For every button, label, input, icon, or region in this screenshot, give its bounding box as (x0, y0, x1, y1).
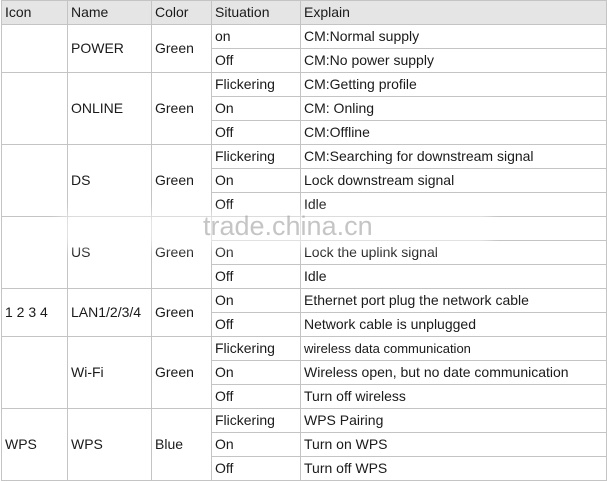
situation-cell: Flickering (211, 408, 301, 433)
situation-cell: Flickering (211, 72, 301, 97)
led-color-cell: Green (151, 336, 212, 409)
led-color-cell: Blue (151, 408, 212, 481)
header-icon: Icon (1, 0, 68, 25)
icon-cell (1, 336, 68, 409)
explain-cell (300, 216, 607, 241)
header-explain: Explain (300, 0, 607, 25)
situation-cell: On (211, 432, 301, 457)
explain-cell: CM:Normal supply (300, 24, 607, 49)
led-color-cell: Green (151, 216, 212, 289)
explain-cell: Lock the uplink signal (300, 240, 607, 265)
icon-cell: 1 2 3 4 (1, 288, 68, 337)
icon-cell (1, 144, 68, 217)
led-color-cell: Green (151, 72, 212, 145)
situation-cell: Off (211, 456, 301, 481)
led-color-cell: Green (151, 24, 212, 73)
table-row: US Green (1, 216, 607, 289)
table-row: DS Green Flickering CM:Searching for dow… (1, 144, 607, 217)
explain-cell: CM:Getting profile (300, 72, 607, 97)
situation-cell: On (211, 96, 301, 121)
table-row: 1 2 3 4 LAN1/2/3/4 Green On Ethernet por… (1, 288, 607, 337)
explain-cell: CM: Onling (300, 96, 607, 121)
situation-cell: On (211, 168, 301, 193)
situation-cell: Flickering (211, 144, 301, 169)
situation-cell: Off (211, 192, 301, 217)
led-name-cell: LAN1/2/3/4 (67, 288, 152, 337)
header-color: Color (151, 0, 212, 25)
explain-cell: Lock downstream signal (300, 168, 607, 193)
header-situation: Situation (211, 0, 301, 25)
explain-cell: Idle (300, 264, 607, 289)
situation-cell (211, 216, 301, 241)
table-row: POWER Green on CM:Normal supply (1, 24, 607, 73)
led-status-table: Icon Name Color Situation Explain POWER … (1, 0, 607, 481)
explain-cell: CM:No power supply (300, 48, 607, 73)
situation-cell: On (211, 240, 301, 265)
led-color-cell: Green (151, 288, 212, 337)
explain-cell: wireless data communication (300, 336, 607, 361)
explain-cell: Turn off wireless (300, 384, 607, 409)
icon-cell (1, 216, 68, 289)
explain-cell: Ethernet port plug the network cable (300, 288, 607, 313)
explain-cell: Network cable is unplugged (300, 312, 607, 337)
table-row: Wi-Fi Green Flickering wireless data com… (1, 336, 607, 409)
explain-cell: Turn off WPS (300, 456, 607, 481)
explain-cell: Idle (300, 192, 607, 217)
situation-cell: Flickering (211, 336, 301, 361)
led-color-cell: Green (151, 144, 212, 217)
situation-cell: On (211, 288, 301, 313)
header-name: Name (67, 0, 152, 25)
explain-cell: WPS Pairing (300, 408, 607, 433)
table-row: WPS WPS Blue Flickering WPS Pairing (1, 408, 607, 481)
icon-cell (1, 72, 68, 145)
icon-cell (1, 24, 68, 73)
explain-cell: Wireless open, but no date communication (300, 360, 607, 385)
situation-cell: On (211, 360, 301, 385)
situation-cell: on (211, 24, 301, 49)
led-name-cell: US (67, 216, 152, 289)
explain-cell: CM:Searching for downstream signal (300, 144, 607, 169)
led-name-cell: WPS (67, 408, 152, 481)
icon-cell: WPS (1, 408, 68, 481)
situation-cell: Off (211, 48, 301, 73)
led-name-cell: DS (67, 144, 152, 217)
table-row: ONLINE Green Flickering CM:Getting profi… (1, 72, 607, 145)
situation-cell: Off (211, 264, 301, 289)
explain-cell: CM:Offline (300, 120, 607, 145)
led-name-cell: ONLINE (67, 72, 152, 145)
led-table-wrapper: Icon Name Color Situation Explain POWER … (1, 0, 607, 481)
led-name-cell: POWER (67, 24, 152, 73)
header-row: Icon Name Color Situation Explain (1, 0, 607, 25)
situation-cell: Off (211, 384, 301, 409)
led-name-cell: Wi-Fi (67, 336, 152, 409)
explain-cell: Turn on WPS (300, 432, 607, 457)
situation-cell: Off (211, 312, 301, 337)
situation-cell: Off (211, 120, 301, 145)
